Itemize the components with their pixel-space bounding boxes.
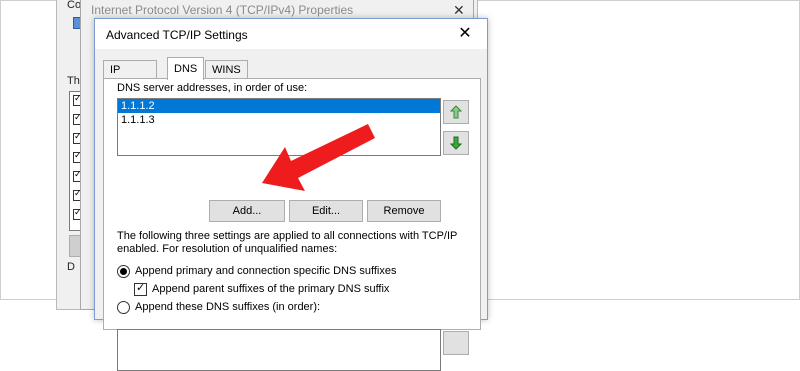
tab-wins[interactable]: WINS bbox=[205, 60, 248, 79]
tab-ip-settings[interactable]: IP Settings bbox=[103, 60, 157, 94]
tab-dns[interactable]: DNS bbox=[167, 57, 205, 80]
description-label: D bbox=[67, 261, 75, 273]
items-label: Th bbox=[67, 75, 80, 87]
close-icon[interactable]: ✕ bbox=[453, 24, 477, 44]
green-down-arrow-icon bbox=[450, 136, 462, 150]
ipv4-window-title: Internet Protocol Version 4 (TCP/IPv4) P… bbox=[91, 3, 354, 17]
append-these-radio[interactable] bbox=[117, 300, 130, 314]
dialog-title: Advanced TCP/IP Settings bbox=[106, 28, 248, 42]
dns-server-list[interactable]: 1.1.1.2 1.1.1.3 bbox=[117, 98, 441, 156]
dns-tab-panel: DNS server addresses, in order of use: 1… bbox=[103, 78, 481, 371]
edit-button[interactable]: Edit... bbox=[289, 200, 363, 222]
append-primary-radio[interactable] bbox=[117, 264, 130, 278]
append-primary-option[interactable]: Append primary and connection specific D… bbox=[117, 263, 397, 279]
dns-server-item[interactable]: 1.1.1.3 bbox=[118, 113, 440, 127]
title-bar: Advanced TCP/IP Settings ✕ bbox=[95, 19, 487, 49]
append-these-option[interactable]: Append these DNS suffixes (in order): bbox=[117, 299, 320, 315]
dns-servers-label: DNS server addresses, in order of use: bbox=[117, 82, 308, 94]
dns-info-text: The following three settings are applied… bbox=[117, 230, 458, 255]
green-up-arrow-icon bbox=[450, 105, 462, 119]
append-primary-label: Append primary and connection specific D… bbox=[135, 265, 397, 277]
move-up-button[interactable] bbox=[443, 100, 469, 124]
dns-suffix-list[interactable] bbox=[117, 329, 441, 371]
remove-button[interactable]: Remove bbox=[367, 200, 441, 222]
add-button[interactable]: Add... bbox=[209, 200, 285, 222]
append-parent-label: Append parent suffixes of the primary DN… bbox=[152, 283, 390, 295]
dialog-client: IP Settings DNS WINS DNS server addresse… bbox=[95, 49, 487, 371]
advanced-tcpip-dialog: Advanced TCP/IP Settings ✕ IP Settings D… bbox=[94, 18, 488, 371]
append-parent-checkbox[interactable] bbox=[134, 281, 147, 296]
suffix-move-up-button[interactable] bbox=[443, 331, 469, 355]
append-these-label: Append these DNS suffixes (in order): bbox=[135, 301, 321, 313]
move-down-button[interactable] bbox=[443, 131, 469, 155]
dns-server-item[interactable]: 1.1.1.2 bbox=[118, 99, 440, 113]
append-parent-option[interactable]: Append parent suffixes of the primary DN… bbox=[134, 281, 389, 297]
ipv4-close-icon[interactable]: ✕ bbox=[453, 2, 465, 19]
